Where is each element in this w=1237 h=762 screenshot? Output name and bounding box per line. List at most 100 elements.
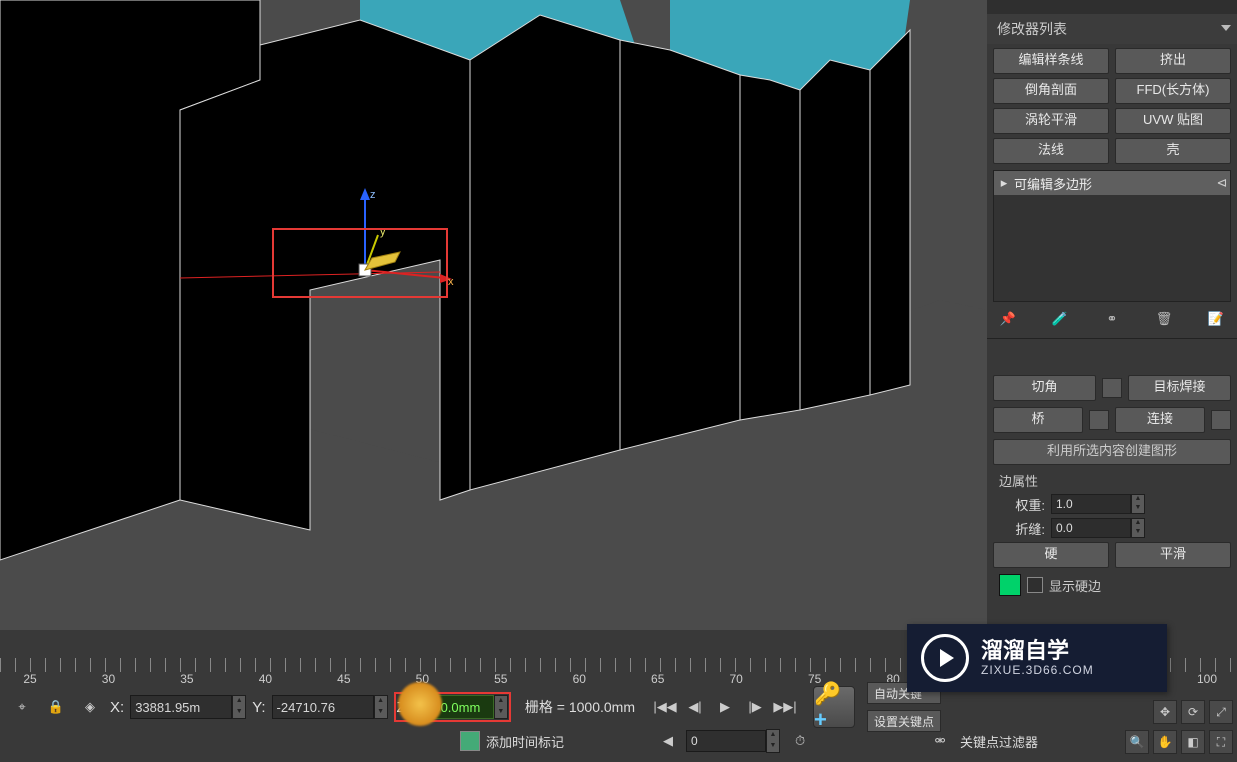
brand-play-icon bbox=[921, 634, 969, 682]
pin-icon[interactable]: 📌 bbox=[997, 308, 1019, 330]
expand-arrow-icon[interactable]: ▸ bbox=[994, 175, 1014, 191]
command-panel: 修改器列表 编辑样条线 挤出 倒角剖面 FFD(长方体) 涡轮平滑 UVW 贴图… bbox=[987, 0, 1237, 630]
weight-label: 权重: bbox=[1005, 495, 1045, 514]
modifier-uvw-map[interactable]: UVW 贴图 bbox=[1115, 108, 1231, 134]
nav-zoom-extents-icon[interactable]: ⤢ bbox=[1209, 700, 1233, 724]
svg-text:x: x bbox=[448, 276, 454, 288]
svg-text:z: z bbox=[370, 189, 376, 201]
hard-button[interactable]: 硬 bbox=[993, 542, 1109, 568]
viewport-3d[interactable]: z y x bbox=[0, 0, 987, 630]
modifier-chamfer-profile[interactable]: 倒角剖面 bbox=[993, 78, 1109, 104]
add-time-tag-label[interactable]: 添加时间标记 bbox=[486, 732, 564, 751]
transport-bar: ⌖ 🔒 ◈ X: ▲▼ Y: ▲▼ Z: ▲▼ 栅格 = 1000.0mm |◀… bbox=[0, 688, 1237, 726]
goto-start-button[interactable]: |◀◀ bbox=[653, 695, 677, 719]
grid-size-text: 栅格 = 1000.0mm bbox=[525, 697, 635, 717]
crease-spinner[interactable]: ▲▼ bbox=[1051, 518, 1145, 538]
chevron-down-icon bbox=[1221, 25, 1231, 31]
y-label: Y: bbox=[252, 699, 265, 716]
smooth-button[interactable]: 平滑 bbox=[1115, 542, 1231, 568]
display-hard-label: 显示硬边 bbox=[1049, 576, 1101, 595]
lock-icon[interactable]: 🔒 bbox=[42, 693, 70, 721]
modifier-list-label: 修改器列表 bbox=[997, 21, 1067, 37]
next-frame-button[interactable]: |▶ bbox=[743, 695, 767, 719]
display-hard-checkbox[interactable] bbox=[1027, 577, 1043, 593]
link-icon[interactable]: ⚭ bbox=[1101, 308, 1123, 330]
modifier-shell[interactable]: 壳 bbox=[1115, 138, 1231, 164]
brand-watermark: 溜溜自学 ZIXUE.3D66.COM bbox=[907, 624, 1167, 692]
chamfer-button[interactable]: 切角 bbox=[993, 375, 1096, 401]
nav-zoom-icon[interactable]: 🔍 bbox=[1125, 730, 1149, 754]
frame-input[interactable] bbox=[686, 730, 766, 752]
target-weld-button[interactable]: 目标焊接 bbox=[1128, 375, 1231, 401]
selection-bracket-icon[interactable]: ⌖ bbox=[8, 693, 36, 721]
key-filters-label[interactable]: 关键点过滤器 bbox=[960, 732, 1038, 751]
flask-icon[interactable]: 🧪 bbox=[1049, 308, 1071, 330]
connect-settings-button[interactable] bbox=[1211, 410, 1231, 430]
modifier-normal[interactable]: 法线 bbox=[993, 138, 1109, 164]
create-shape-button[interactable]: 利用所选内容创建图形 bbox=[993, 439, 1231, 465]
y-coord-field[interactable]: ▲▼ bbox=[272, 695, 388, 719]
tick-label: 30 bbox=[102, 672, 115, 686]
tick-label: 25 bbox=[23, 672, 36, 686]
key-filter-link-icon[interactable]: ⚮ bbox=[926, 727, 954, 755]
tick-label: 45 bbox=[337, 672, 350, 686]
tick-label: 100 bbox=[1197, 672, 1217, 686]
modifier-turbosmooth[interactable]: 涡轮平滑 bbox=[993, 108, 1109, 134]
nav-icons-row1: ✥ ⟳ ⤢ bbox=[1153, 700, 1233, 724]
configure-icon[interactable]: 📝 bbox=[1205, 308, 1227, 330]
stack-end-icon: ⊲ bbox=[1214, 175, 1230, 191]
weight-spinner[interactable]: ▲▼ bbox=[1051, 494, 1145, 514]
bridge-button[interactable]: 桥 bbox=[993, 407, 1083, 433]
x-coord-input[interactable] bbox=[130, 695, 232, 719]
modifier-extrude[interactable]: 挤出 bbox=[1115, 48, 1231, 74]
frame-field[interactable]: ▲▼ bbox=[686, 729, 780, 753]
viewport-svg: z y x bbox=[0, 0, 987, 630]
tick-label: 40 bbox=[259, 672, 272, 686]
tick-label: 70 bbox=[730, 672, 743, 686]
x-coord-field[interactable]: ▲▼ bbox=[130, 695, 246, 719]
trash-icon[interactable]: 🗑 bbox=[1153, 308, 1175, 330]
playback-controls: |◀◀ ◀| ▶ |▶ ▶▶| bbox=[653, 695, 797, 719]
bottom-row-2: 添加时间标记 ◀ ▲▼ ⏱ ⚮ 关键点过滤器 bbox=[0, 726, 1237, 756]
annotation-glow bbox=[398, 682, 442, 726]
y-coord-input[interactable] bbox=[272, 695, 374, 719]
selection-center-icon[interactable]: ◈ bbox=[76, 693, 104, 721]
modifier-list-dropdown[interactable]: 修改器列表 bbox=[987, 14, 1237, 44]
set-key-big-button[interactable]: 🔑+ bbox=[813, 686, 855, 728]
edge-props-header: 边属性 bbox=[999, 471, 1231, 490]
play-button[interactable]: ▶ bbox=[713, 695, 737, 719]
tick-label: 65 bbox=[651, 672, 664, 686]
goto-end-button[interactable]: ▶▶| bbox=[773, 695, 797, 719]
nav-hand-icon[interactable]: ✋ bbox=[1153, 730, 1177, 754]
nav-pan-icon[interactable]: ✥ bbox=[1153, 700, 1177, 724]
bridge-settings-button[interactable] bbox=[1089, 410, 1109, 430]
nav-fov-icon[interactable]: ◧ bbox=[1181, 730, 1205, 754]
nav-maximize-icon[interactable]: ⛶ bbox=[1209, 730, 1233, 754]
brand-url: ZIXUE.3D66.COM bbox=[981, 663, 1094, 677]
modifier-stack[interactable]: ▸ 可编辑多边形 ⊲ bbox=[993, 170, 1231, 302]
stack-toolbar: 📌 🧪 ⚭ 🗑 📝 bbox=[987, 302, 1237, 336]
crease-label: 折缝: bbox=[1005, 519, 1045, 538]
modifier-edit-spline[interactable]: 编辑样条线 bbox=[993, 48, 1109, 74]
x-label: X: bbox=[110, 699, 124, 716]
chamfer-settings-button[interactable] bbox=[1102, 378, 1122, 398]
brand-title: 溜溜自学 bbox=[981, 639, 1094, 663]
time-config-icon[interactable]: ⏱ bbox=[786, 727, 814, 755]
modifier-ffd-box[interactable]: FFD(长方体) bbox=[1115, 78, 1231, 104]
tag-cube-icon[interactable] bbox=[460, 731, 480, 751]
stack-item-editable-poly[interactable]: ▸ 可编辑多边形 ⊲ bbox=[994, 171, 1230, 195]
tick-label: 55 bbox=[494, 672, 507, 686]
weight-input[interactable] bbox=[1051, 494, 1131, 514]
nav-icons-row2: 🔍 ✋ ◧ ⛶ bbox=[1125, 730, 1233, 754]
stack-item-label: 可编辑多边形 bbox=[1014, 174, 1214, 193]
connect-button[interactable]: 连接 bbox=[1115, 407, 1205, 433]
crease-input[interactable] bbox=[1051, 518, 1131, 538]
prev-frame-button[interactable]: ◀| bbox=[683, 695, 707, 719]
tick-label: 35 bbox=[180, 672, 193, 686]
annotation-gizmo-highlight bbox=[272, 228, 448, 298]
key-mode-prev-icon[interactable]: ◀ bbox=[656, 729, 680, 753]
edit-edges-panel: 切角 目标焊接 桥 连接 利用所选内容创建图形 边属性 权重: ▲▼ 折缝: ▲… bbox=[987, 369, 1237, 602]
tick-label: 60 bbox=[573, 672, 586, 686]
hard-edge-color-swatch[interactable] bbox=[999, 574, 1021, 596]
nav-orbit-icon[interactable]: ⟳ bbox=[1181, 700, 1205, 724]
